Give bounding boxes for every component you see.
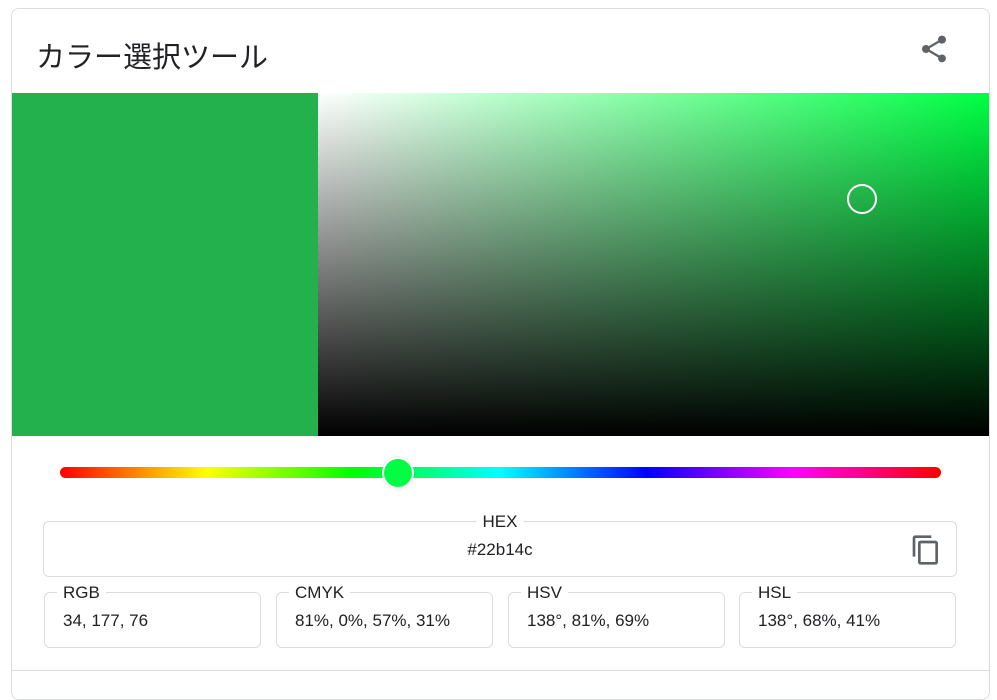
cmyk-field: CMYK [276, 583, 493, 648]
hsv-label: HSV [521, 583, 568, 603]
hue-slider[interactable] [60, 456, 941, 489]
hsl-label: HSL [752, 583, 798, 603]
copy-icon[interactable] [910, 534, 942, 566]
cmyk-label: CMYK [289, 583, 351, 603]
hex-input[interactable] [44, 540, 956, 560]
cmyk-input[interactable] [295, 611, 485, 631]
hsv-field: HSV [508, 583, 725, 648]
hsl-field: HSL [739, 583, 956, 648]
rgb-input[interactable] [63, 611, 253, 631]
rgb-label: RGB [57, 583, 106, 603]
hex-field: HEX [43, 512, 957, 577]
hex-label: HEX [476, 512, 524, 532]
hsv-input[interactable] [527, 611, 717, 631]
color-picker-card: カラー選択ツール HEX RGB CMYK HSV HSL [11, 8, 990, 700]
divider [12, 670, 989, 671]
page-title: カラー選択ツール [36, 40, 269, 74]
hue-slider-handle[interactable] [381, 456, 414, 489]
hsl-input[interactable] [758, 611, 948, 631]
saturation-value-handle[interactable] [846, 184, 877, 215]
rgb-field: RGB [44, 583, 261, 648]
color-preview-swatch [12, 93, 318, 436]
saturation-value-area[interactable] [318, 93, 989, 436]
share-icon[interactable] [918, 33, 950, 65]
